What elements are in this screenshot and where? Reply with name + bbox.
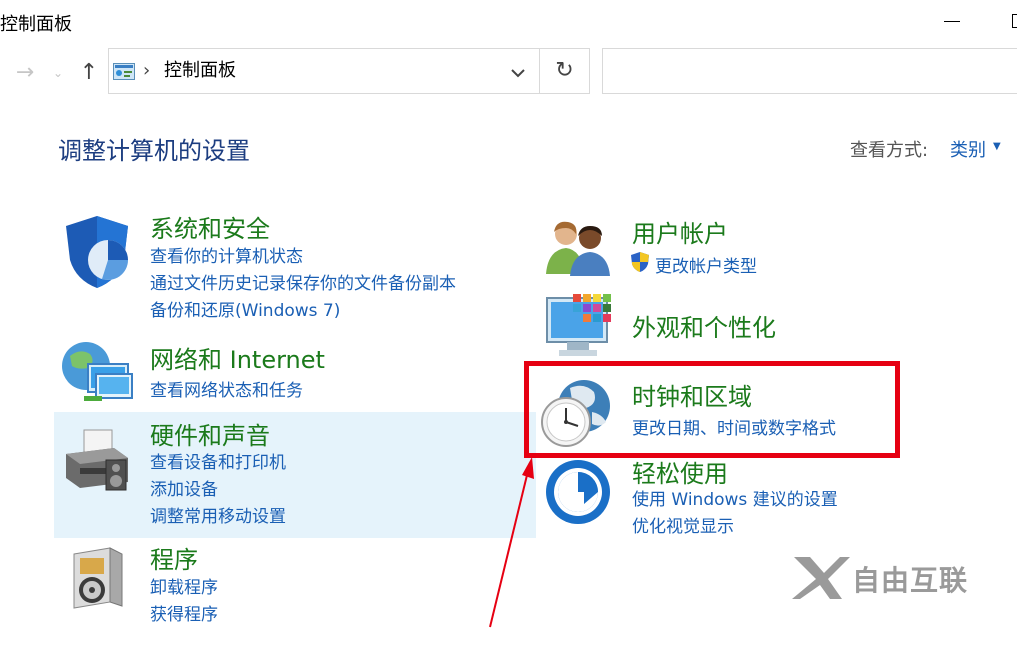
category-network-internet[interactable]: 网络和 Internet bbox=[150, 340, 325, 375]
annotation-arrow-icon bbox=[489, 457, 534, 628]
page-title: 调整计算机的设置 bbox=[58, 137, 250, 165]
link-add-device[interactable]: 添加设备 bbox=[150, 475, 218, 500]
highlight-annotation-box bbox=[524, 361, 900, 458]
programs-icon bbox=[73, 547, 123, 609]
up-arrow-icon[interactable]: ↑ bbox=[76, 60, 102, 86]
printer-icon bbox=[66, 429, 128, 491]
category-system-security[interactable]: 系统和安全 bbox=[150, 209, 270, 244]
title-bar: 控制面板 bbox=[0, 0, 1017, 44]
link-backup-restore[interactable]: 备份和还原(Windows 7) bbox=[150, 296, 340, 321]
link-network-status-tasks[interactable]: 查看网络状态和任务 bbox=[150, 376, 303, 401]
view-by-label: 查看方式: bbox=[850, 140, 929, 161]
category-appearance[interactable]: 外观和个性化 bbox=[632, 308, 776, 343]
window-title: 控制面板 bbox=[0, 14, 72, 35]
breadcrumb-control-panel[interactable]: 控制面板 bbox=[164, 59, 236, 83]
address-bar[interactable]: › 控制面板 bbox=[108, 48, 540, 94]
search-input[interactable] bbox=[602, 48, 1017, 94]
minimize-button[interactable] bbox=[944, 12, 962, 32]
chevron-down-icon[interactable]: ⌄ bbox=[50, 60, 66, 86]
chevron-down-icon[interactable] bbox=[507, 62, 529, 84]
category-programs[interactable]: 程序 bbox=[150, 540, 198, 575]
link-change-account-type[interactable]: 更改帐户类型 bbox=[655, 252, 757, 277]
shield-icon bbox=[66, 216, 128, 288]
users-icon bbox=[546, 221, 610, 276]
link-file-history-backup[interactable]: 通过文件历史记录保存你的文件备份副本 bbox=[150, 269, 456, 294]
category-hardware-sound[interactable]: 硬件和声音 bbox=[150, 416, 270, 451]
category-ease-of-access[interactable]: 轻松使用 bbox=[632, 454, 728, 489]
link-windows-suggested-settings[interactable]: 使用 Windows 建议的设置 bbox=[632, 485, 838, 510]
dropdown-caret-icon[interactable]: ▼ bbox=[993, 141, 1001, 152]
watermark-logo-icon bbox=[792, 557, 850, 599]
uac-shield-icon bbox=[631, 252, 649, 272]
control-panel-icon bbox=[113, 63, 135, 80]
link-devices-printers[interactable]: 查看设备和打印机 bbox=[150, 448, 286, 473]
link-mobility-settings[interactable]: 调整常用移动设置 bbox=[150, 502, 286, 527]
network-globe-icon bbox=[62, 342, 133, 401]
refresh-button[interactable]: ↻ bbox=[540, 48, 590, 94]
link-uninstall-program[interactable]: 卸载程序 bbox=[150, 573, 218, 598]
link-optimize-visual-display[interactable]: 优化视觉显示 bbox=[632, 512, 734, 537]
watermark-text: 自由互联 bbox=[852, 564, 969, 597]
category-user-accounts[interactable]: 用户帐户 bbox=[632, 214, 728, 249]
view-by-dropdown[interactable]: 类别 bbox=[950, 136, 986, 162]
breadcrumb-separator: › bbox=[143, 60, 151, 81]
maximize-button[interactable] bbox=[1012, 14, 1017, 28]
link-get-programs[interactable]: 获得程序 bbox=[150, 600, 218, 625]
refresh-icon: ↻ bbox=[555, 58, 574, 83]
link-view-computer-status[interactable]: 查看你的计算机状态 bbox=[150, 242, 303, 267]
appearance-monitor-icon bbox=[546, 294, 611, 356]
forward-arrow-icon[interactable]: → bbox=[12, 60, 38, 86]
ease-of-access-icon bbox=[546, 460, 610, 524]
